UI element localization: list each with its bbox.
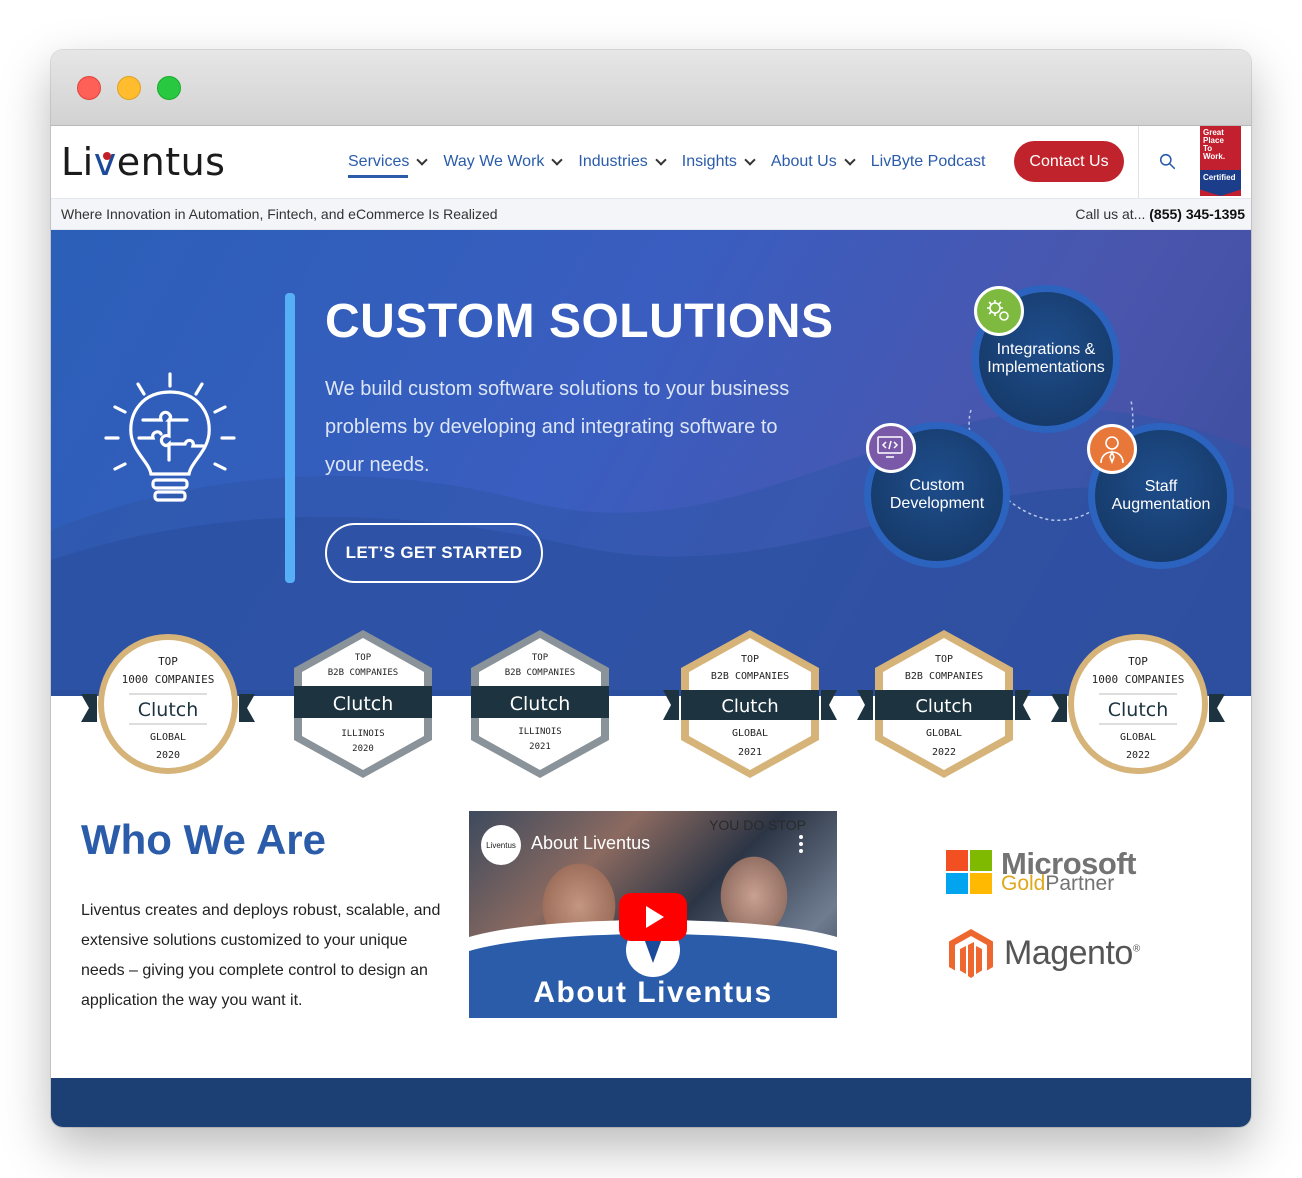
svg-text:TOP: TOP — [355, 653, 372, 663]
who-we-are-heading: Who We Are — [81, 816, 327, 863]
lightbulb-puzzle-icon — [104, 372, 236, 502]
maximize-window-button[interactable] — [157, 76, 181, 100]
who-we-are-text: Liventus creates and deploys robust, sca… — [81, 902, 441, 1009]
svg-text:GLOBAL: GLOBAL — [1120, 732, 1156, 743]
svg-text:B2B COMPANIES: B2B COMPANIES — [328, 668, 398, 678]
phone-number: (855) 345-1395 — [1149, 206, 1245, 222]
chevron-down-icon — [416, 153, 429, 166]
svg-text:ILLINOIS: ILLINOIS — [518, 727, 561, 737]
svg-text:B2B COMPANIES: B2B COMPANIES — [505, 668, 575, 678]
code-monitor-icon — [866, 423, 916, 473]
hero-accent-bar — [285, 293, 295, 583]
about-video-player[interactable]: YOU DO STOP Liventus About Liventus Abou… — [469, 811, 837, 1018]
hero-description: We build custom software solutions to yo… — [325, 378, 790, 476]
svg-text:2020: 2020 — [352, 744, 374, 754]
liventus-logo[interactable]: Liventus — [61, 140, 225, 184]
great-place-to-work-badge[interactable]: Great Place To Work. Certified — [1200, 126, 1241, 196]
svg-text:GLOBAL: GLOBAL — [926, 728, 962, 739]
svg-text:TOP: TOP — [741, 654, 759, 665]
svg-text:TOP: TOP — [1128, 655, 1148, 668]
svg-text:GLOBAL: GLOBAL — [150, 732, 186, 743]
get-started-button[interactable]: LET’S GET STARTED — [325, 523, 543, 583]
svg-text:TOP: TOP — [158, 655, 178, 668]
svg-text:1000 COMPANIES: 1000 COMPANIES — [122, 673, 215, 686]
play-button[interactable] — [619, 893, 687, 941]
search-icon[interactable] — [1159, 153, 1176, 170]
clutch-badge[interactable]: TOP B2B COMPANIES Clutch ILLINOIS 2020 — [290, 628, 436, 780]
more-options-icon[interactable] — [799, 835, 803, 856]
nav-industries[interactable]: Industries — [578, 142, 667, 182]
channel-logo[interactable]: Liventus — [481, 825, 521, 865]
tagline: Where Innovation in Automation, Fintech,… — [61, 206, 498, 222]
svg-text:GLOBAL: GLOBAL — [732, 728, 768, 739]
nav-services[interactable]: Services — [348, 142, 429, 182]
magento-icon — [949, 929, 993, 978]
browser-window: Liventus Services Way We Work Industries… — [51, 50, 1251, 1127]
nav-insights[interactable]: Insights — [682, 142, 756, 182]
minimize-window-button[interactable] — [117, 76, 141, 100]
nav-way-we-work[interactable]: Way We Work — [443, 142, 564, 182]
svg-text:2020: 2020 — [156, 750, 180, 761]
clutch-badge[interactable]: TOP B2B COMPANIES Clutch GLOBAL 2021 — [661, 628, 839, 780]
clutch-badge[interactable]: TOP B2B COMPANIES Clutch ILLINOIS 2021 — [467, 628, 613, 780]
person-icon — [1087, 424, 1137, 474]
svg-text:Clutch: Clutch — [915, 696, 972, 717]
contact-us-button[interactable]: Contact Us — [1014, 141, 1124, 182]
svg-text:Clutch: Clutch — [1108, 699, 1169, 721]
hero-title: CUSTOM SOLUTIONS — [325, 295, 834, 348]
svg-text:Clutch: Clutch — [138, 699, 199, 721]
footer-band — [51, 1078, 1251, 1127]
clutch-badges-row: TOP 1000 COMPANIES Clutch GLOBAL 2020 TO… — [51, 626, 1251, 786]
clutch-badge[interactable]: TOP 1000 COMPANIES Clutch GLOBAL 2022 — [1049, 630, 1227, 778]
microsoft-logo-icon — [946, 850, 994, 894]
svg-text:Clutch: Clutch — [333, 693, 394, 715]
info-bar: Where Innovation in Automation, Fintech,… — [51, 198, 1251, 230]
chevron-down-icon — [551, 153, 564, 166]
svg-text:TOP: TOP — [532, 653, 549, 663]
clutch-badge[interactable]: TOP 1000 COMPANIES Clutch GLOBAL 2020 — [79, 630, 257, 778]
call-us[interactable]: Call us at... (855) 345-1395 — [1075, 206, 1245, 222]
site-header: Liventus Services Way We Work Industries… — [51, 126, 1251, 198]
close-window-button[interactable] — [77, 76, 101, 100]
chevron-down-icon — [655, 153, 667, 166]
video-wall-text: YOU DO STOP — [709, 817, 806, 833]
chevron-down-icon — [744, 153, 756, 166]
svg-text:Clutch: Clutch — [721, 696, 778, 717]
svg-text:1000 COMPANIES: 1000 COMPANIES — [1092, 673, 1185, 686]
nav-about-us[interactable]: About Us — [771, 142, 856, 182]
svg-text:B2B COMPANIES: B2B COMPANIES — [905, 671, 983, 682]
svg-text:2022: 2022 — [932, 747, 956, 758]
gears-icon — [974, 286, 1024, 336]
svg-text:2021: 2021 — [529, 742, 551, 752]
chevron-down-icon — [844, 153, 856, 166]
svg-text:ILLINOIS: ILLINOIS — [341, 729, 384, 739]
clutch-badge[interactable]: TOP B2B COMPANIES Clutch GLOBAL 2022 — [855, 628, 1033, 780]
svg-text:B2B COMPANIES: B2B COMPANIES — [711, 671, 789, 682]
video-banner-text: About Liventus — [533, 976, 773, 1009]
nav-livbyte-podcast[interactable]: LivByte Podcast — [871, 142, 986, 182]
video-title[interactable]: About Liventus — [531, 833, 650, 854]
svg-text:TOP: TOP — [935, 654, 953, 665]
header-divider — [1138, 126, 1139, 198]
magento-logo: Magento® — [948, 928, 1140, 985]
svg-text:2022: 2022 — [1126, 750, 1150, 761]
svg-text:Clutch: Clutch — [510, 693, 571, 715]
main-nav: Services Way We Work Industries Insights… — [348, 126, 1002, 198]
window-titlebar — [51, 50, 1251, 126]
svg-text:2021: 2021 — [738, 747, 762, 758]
